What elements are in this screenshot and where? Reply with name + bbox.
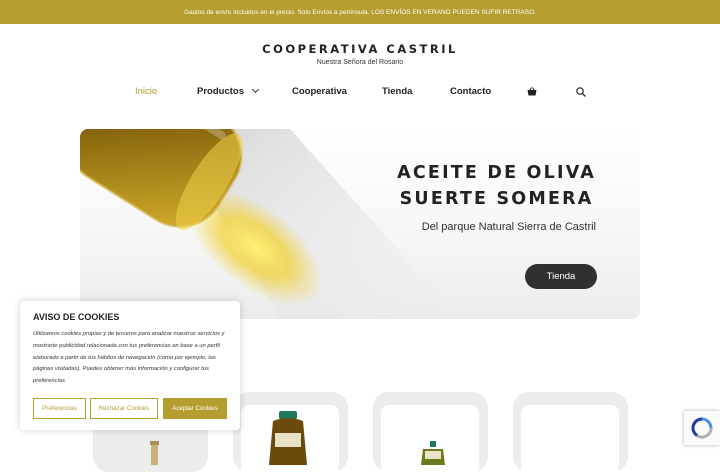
reject-cookies-button[interactable]: Rechazar Cookies bbox=[90, 398, 158, 419]
hero-subtitle: Del parque Natural Sierra de Castril bbox=[421, 221, 596, 233]
nav-item-productos[interactable]: Productos bbox=[197, 85, 260, 97]
product-image-area bbox=[521, 405, 619, 475]
hero-title-line-2: SUERTE SOMERA bbox=[399, 189, 594, 209]
nav-item-tienda[interactable]: Tienda bbox=[382, 86, 412, 97]
product-card[interactable] bbox=[513, 392, 628, 475]
announcement-bar: Gastos de envío incluidos en el precio. … bbox=[0, 0, 720, 24]
cookie-notice: AVISO DE COOKIES Utilizamos cookies prop… bbox=[20, 301, 240, 430]
announcement-text: Gastos de envío incluidos en el precio. … bbox=[184, 8, 536, 16]
recaptcha-icon bbox=[691, 417, 713, 439]
cookie-buttons: Preferencias Rechazar Cookies Aceptar Co… bbox=[33, 398, 229, 419]
cookie-text: Utilizamos cookies propias y de terceros… bbox=[33, 331, 225, 385]
olive-oil-can-image bbox=[421, 441, 445, 465]
hero-title-line-1: ACEITE DE OLIVA bbox=[397, 163, 596, 183]
shopping-basket-icon[interactable] bbox=[527, 87, 537, 99]
cookie-preferences-button[interactable]: Preferencias bbox=[33, 398, 86, 419]
main-navigation: Inicio Productos Cooperativa Tienda Cont… bbox=[0, 85, 720, 100]
product-image-area bbox=[381, 405, 479, 475]
site-tagline: Nuestra Señora del Rosario bbox=[316, 59, 404, 66]
chevron-down-icon[interactable] bbox=[251, 85, 260, 94]
cookie-title: AVISO DE COOKIES bbox=[33, 312, 120, 322]
hero-title: ACEITE DE OLIVA SUERTE SOMERA bbox=[397, 160, 596, 212]
product-image-area bbox=[241, 405, 339, 475]
hero-shop-button[interactable]: Tienda bbox=[525, 264, 597, 289]
accept-cookies-button[interactable]: Aceptar Cookies bbox=[163, 398, 227, 419]
site-title[interactable]: COOPERATIVA CASTRIL bbox=[0, 42, 720, 56]
nav-item-cooperativa[interactable]: Cooperativa bbox=[292, 86, 347, 97]
nav-item-inicio[interactable]: Inicio bbox=[135, 86, 157, 97]
hero-banner: ACEITE DE OLIVA SUERTE SOMERA Del parque… bbox=[80, 129, 640, 319]
nav-item-contacto[interactable]: Contacto bbox=[450, 86, 491, 97]
product-card[interactable] bbox=[233, 392, 348, 475]
product-card[interactable] bbox=[373, 392, 488, 475]
recaptcha-badge[interactable] bbox=[684, 411, 720, 445]
search-icon[interactable] bbox=[576, 87, 586, 100]
olive-oil-jug-image bbox=[269, 411, 307, 465]
site-branding[interactable]: COOPERATIVA CASTRIL Nuestra Señora del R… bbox=[0, 42, 720, 66]
nav-item-productos-label: Productos bbox=[197, 86, 244, 97]
